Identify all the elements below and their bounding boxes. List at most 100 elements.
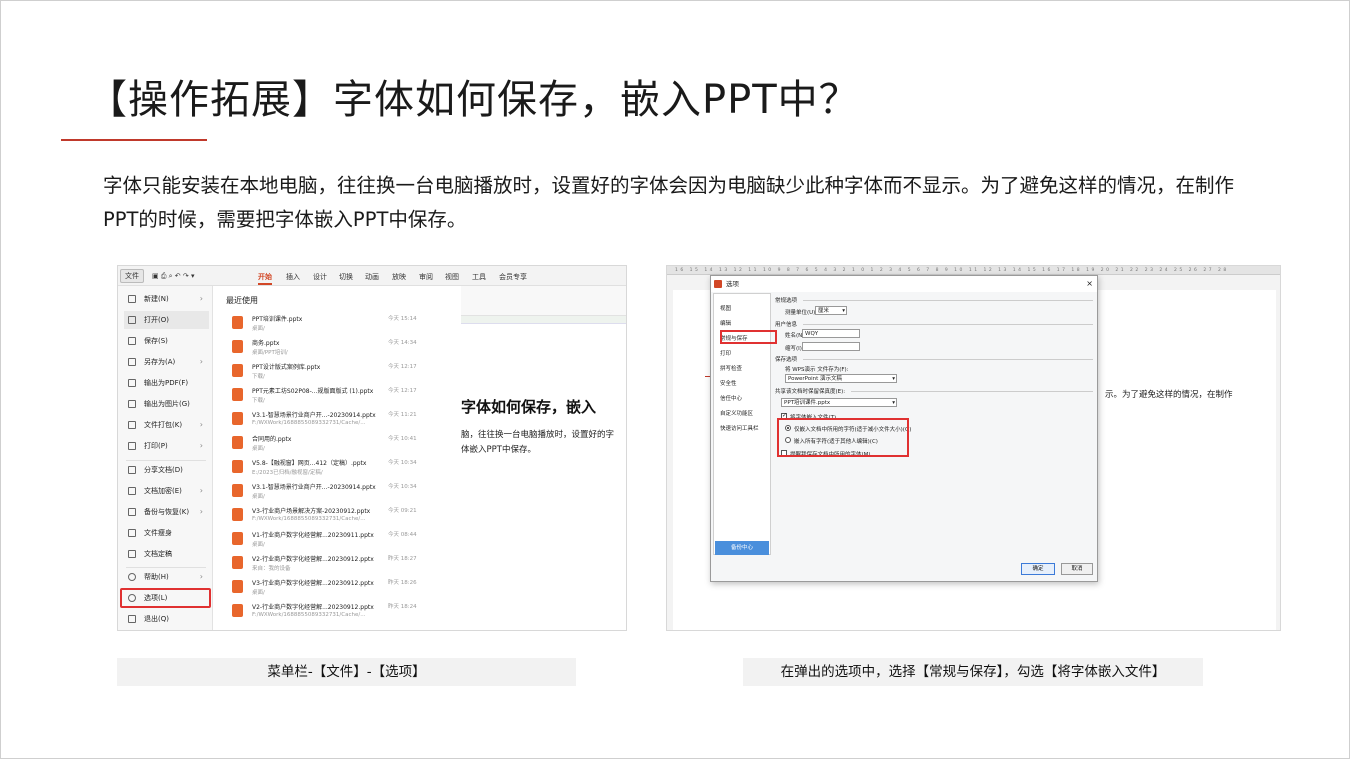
section-user: 用户信息 [775, 322, 798, 328]
fidelity-file-select[interactable]: PPT培训课件.pptx ▾ [781, 398, 897, 407]
recent-file-row[interactable]: PPT培训课件.pptx 桌面/今天 15:14 [228, 312, 456, 336]
pptx-icon [232, 604, 243, 617]
recent-file-row[interactable]: V3.1-智慧场景行业商户开...-20230914.pptx F:/WXWork… [228, 408, 456, 432]
finalize-icon [128, 550, 136, 558]
recent-file-row[interactable]: V3.1-智慧场景行业商户开...-20230914.pptx 桌面/今天 10:… [228, 480, 456, 504]
recent-file-row[interactable]: V3-行业商户数字化经营解...20230912.pptx 桌面/昨天 18:26 [228, 576, 456, 600]
menu-item-exit[interactable]: 退出(Q) [124, 610, 209, 628]
menu-item-save[interactable]: 保存(S) [124, 332, 209, 350]
ruler [461, 316, 626, 324]
backup-icon [128, 508, 136, 516]
menu-item-encrypt[interactable]: 文档加密(E) › [124, 482, 209, 500]
recent-file-row[interactable]: V3-行业商户场景解决方案-20230912.pptx F:/WXWork/168… [228, 504, 456, 528]
recent-file-row[interactable]: V5.8-【融视窗】网页...412（定稿）.pptx E:/2023已归档/融视… [228, 456, 456, 480]
lock-icon [128, 487, 136, 495]
caption-left: 菜单栏-【文件】-【选项】 [117, 658, 576, 686]
menu-item-finalize[interactable]: 文档定稿 [124, 545, 209, 563]
recent-file-row[interactable]: V2-行业商户数字化经营解...20230912.pptx F:/WXWork/1… [228, 600, 456, 624]
recent-file-row[interactable]: V2-行业商户数字化经营解...20230912.pptx 来自：我的设备 昨天 1… [228, 552, 456, 576]
nav-item-edit[interactable]: 编辑 [720, 319, 731, 327]
menu-item-new[interactable]: 新建(N) › [124, 290, 209, 308]
recent-files-panel: 最近使用 PPT培训课件.pptx 桌面/今天 15:14 商务.pptx 桌面/P… [214, 286, 551, 630]
divider [803, 359, 1093, 360]
pptx-icon [232, 484, 243, 497]
menu-item-slim[interactable]: 文件瘦身 [124, 524, 209, 542]
tab-member[interactable]: 会员专享 [499, 272, 527, 282]
menu-item-export-image[interactable]: 输出为图片(G) [124, 395, 209, 413]
chevron-right-icon: › [199, 486, 203, 495]
unit-select[interactable]: 厘米 ▾ [815, 306, 847, 315]
wps-logo-icon [714, 280, 722, 288]
nav-item-quick-access[interactable]: 快速访问工具栏 [720, 424, 759, 432]
slide-description: 字体只能安装在本地电脑，往往换一台电脑播放时，设置好的字体会因为电脑缺少此种字体… [103, 174, 1235, 231]
section-general: 常规选项 [775, 298, 798, 304]
menu-item-package[interactable]: 文件打包(K) › [124, 416, 209, 434]
save-as-icon [128, 358, 136, 366]
backup-center-button[interactable]: 备份中心 [715, 541, 769, 555]
save-as-label: 将 WPS演示 文件存为(F): [785, 367, 849, 373]
tab-transition[interactable]: 切换 [339, 272, 353, 282]
menu-item-help[interactable]: 帮助(H) › [124, 568, 209, 586]
share-icon [128, 466, 136, 474]
nav-item-trust-center[interactable]: 信任中心 [720, 394, 742, 402]
menu-item-backup[interactable]: 备份与恢复(K) › [124, 503, 209, 521]
slim-icon [128, 529, 136, 537]
editor-slide-text: 脑，往往换一台电脑播放时，设置好的字 体嵌入PPT中保存。 [461, 430, 615, 455]
cancel-button[interactable]: 取消 [1061, 563, 1093, 575]
menu-item-share[interactable]: 分享文档(D) [124, 461, 209, 479]
recent-file-row[interactable]: V1-行业商户数字化经营解...20230911.pptx 桌面/今天 08:44 [228, 528, 456, 552]
menu-item-save-as[interactable]: 另存为(A) › [124, 353, 209, 371]
embed-fonts-highlight-box [777, 418, 909, 457]
chevron-down-icon: ▾ [892, 400, 895, 406]
tab-slideshow[interactable]: 放映 [392, 272, 406, 282]
menu-item-export-pdf[interactable]: 输出为PDF(F) [124, 374, 209, 392]
tab-home[interactable]: 开始 [258, 272, 272, 282]
recent-file-row[interactable]: 合同用的.pptx 桌面/今天 10:41 [228, 432, 456, 456]
new-icon [128, 295, 136, 303]
save-format-select[interactable]: PowerPoint 演示文稿 ▾ [785, 374, 897, 383]
image-icon [128, 400, 136, 408]
slide: 【操作拓展】字体如何保存，嵌入PPT中？ 字体只能安装在本地电脑，往往换一台电脑… [0, 0, 1350, 759]
tab-design[interactable]: 设计 [313, 272, 327, 282]
screenshot-file-menu: 文件 ▣ ⎙ ⌕ ↶ ↷ ▾ 开始 插入 设计 切换 动画 放映 审阅 视图 工… [117, 265, 627, 631]
unit-label: 测量单位(U): [785, 310, 818, 316]
tab-tools[interactable]: 工具 [472, 272, 486, 282]
nav-item-spelling[interactable]: 拼写检查 [720, 364, 742, 372]
pdf-icon [128, 379, 136, 387]
ok-button[interactable]: 确定 [1021, 563, 1055, 575]
chevron-down-icon: ▾ [842, 308, 845, 314]
section-save: 保存选项 [775, 357, 798, 363]
slide-editor-area: 字体如何保存，嵌入 脑，往往换一台电脑播放时，设置好的字 体嵌入PPT中保存。 [461, 286, 626, 630]
tab-animation[interactable]: 动画 [365, 272, 379, 282]
nav-item-print[interactable]: 打印 [720, 349, 731, 357]
recent-file-row[interactable]: 商务.pptx 桌面/PPT培训/今天 14:34 [228, 336, 456, 360]
nav-item-customize-ribbon[interactable]: 自定义功能区 [720, 409, 753, 417]
tab-review[interactable]: 审阅 [419, 272, 433, 282]
recent-file-row[interactable]: PPT元素工坊S02P08-...规版面版式 (1).pptx 下载/今天 12:… [228, 384, 456, 408]
chevron-down-icon: ▾ [892, 376, 895, 382]
tab-view[interactable]: 视图 [445, 272, 459, 282]
menu-item-print[interactable]: 打印(P) › [124, 437, 209, 455]
nav-item-view[interactable]: 视图 [720, 304, 731, 312]
close-icon[interactable]: × [1086, 276, 1093, 292]
pptx-icon [232, 364, 243, 377]
pptx-icon [232, 508, 243, 521]
pptx-icon [232, 412, 243, 425]
name-input[interactable]: WQY [802, 329, 860, 338]
divider [851, 391, 1093, 392]
file-menu-button[interactable]: 文件 [120, 269, 144, 283]
screenshot-options-dialog: 16 15 14 13 12 11 10 9 8 7 6 5 4 3 2 1 0… [666, 265, 1281, 631]
slide-title: 【操作拓展】字体如何保存，嵌入PPT中？ [87, 77, 860, 123]
quick-access-icons[interactable]: ▣ ⎙ ⌕ ↶ ↷ ▾ [152, 272, 195, 281]
pptx-icon [232, 316, 243, 329]
initials-input[interactable] [802, 342, 860, 351]
background-slide-text: 示。为了避免这样的情况，在制作 [1105, 390, 1233, 400]
divider [803, 300, 1093, 301]
tab-insert[interactable]: 插入 [286, 272, 300, 282]
pptx-icon [232, 580, 243, 593]
fidelity-label: 共享该文档时保留保真度(E): [775, 389, 846, 395]
nav-item-security[interactable]: 安全性 [720, 379, 737, 387]
title-underline [61, 139, 207, 141]
recent-file-row[interactable]: PPT设计版式案例库.pptx 下载/今天 12:17 [228, 360, 456, 384]
menu-item-open[interactable]: 打开(O) [124, 311, 209, 329]
